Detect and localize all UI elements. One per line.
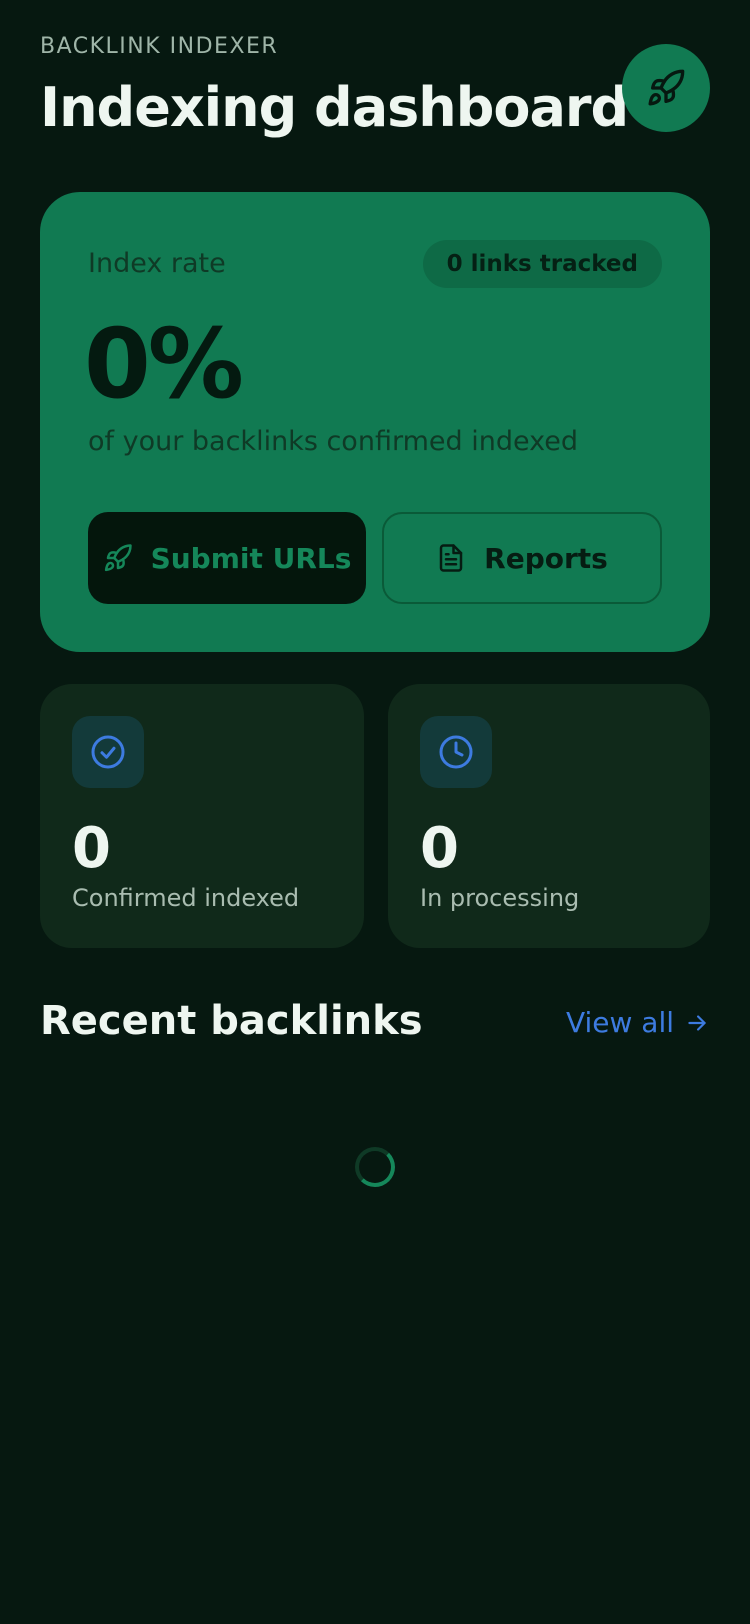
confirmed-indexed-count: 0 bbox=[72, 816, 111, 881]
view-all-label: View all bbox=[565, 1006, 674, 1039]
confirmed-indexed-label: Confirmed indexed bbox=[72, 884, 300, 912]
check-circle-icon bbox=[91, 735, 125, 769]
in-processing-count: 0 bbox=[420, 816, 459, 881]
page-title: Indexing dashboard bbox=[40, 76, 629, 139]
app-eyebrow: BACKLINK INDEXER bbox=[40, 34, 279, 59]
in-processing-card: 0 In processing bbox=[388, 684, 710, 948]
submit-urls-button[interactable]: Submit URLs bbox=[88, 512, 366, 604]
arrow-right-icon bbox=[688, 1014, 706, 1031]
dashboard-page: BACKLINK INDEXER Indexing dashboard Inde… bbox=[0, 0, 750, 1624]
rocket-icon bbox=[648, 69, 685, 106]
index-rate-value: 0% bbox=[84, 308, 244, 420]
links-tracked-badge: 0 links tracked bbox=[422, 240, 662, 288]
recent-backlinks-title: Recent backlinks bbox=[40, 998, 423, 1044]
index-rate-label: Index rate bbox=[88, 248, 226, 279]
confirmed-icon-tile bbox=[72, 716, 144, 788]
document-icon bbox=[439, 544, 463, 572]
index-rate-subtitle: of your backlinks confirmed indexed bbox=[88, 426, 578, 457]
clock-icon bbox=[439, 735, 473, 769]
submit-urls-label: Submit URLs bbox=[150, 541, 352, 575]
view-all-link[interactable]: View all bbox=[566, 1006, 710, 1039]
processing-icon-tile bbox=[420, 716, 492, 788]
index-rate-card: Index rate 0 links tracked 0% of your ba… bbox=[40, 192, 710, 652]
header-rocket-button[interactable] bbox=[622, 44, 710, 132]
loading-spinner-icon bbox=[355, 1147, 395, 1187]
rocket-icon bbox=[104, 544, 132, 572]
in-processing-label: In processing bbox=[420, 884, 580, 912]
confirmed-indexed-card: 0 Confirmed indexed bbox=[40, 684, 364, 948]
reports-label: Reports bbox=[484, 541, 608, 575]
reports-button[interactable]: Reports bbox=[382, 512, 662, 604]
